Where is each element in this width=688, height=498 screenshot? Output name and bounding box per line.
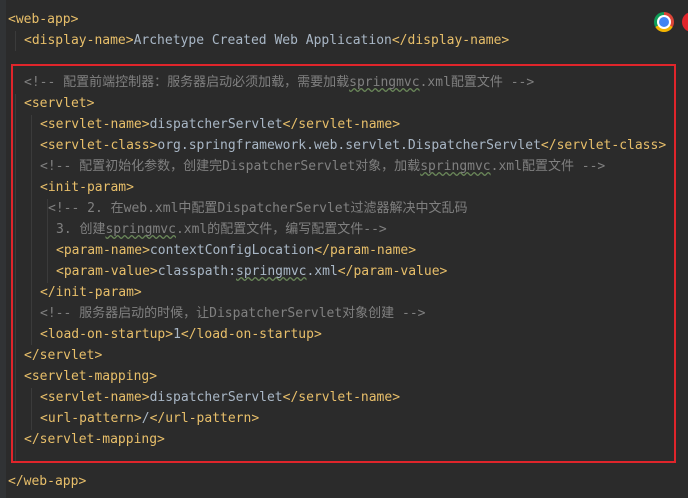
browser-icon-bar — [654, 12, 688, 34]
editor-gutter — [0, 0, 6, 498]
chrome-icon[interactable] — [654, 12, 674, 32]
opera-icon[interactable] — [682, 12, 688, 32]
xml-tag: </display-name> — [391, 33, 510, 48]
xml-tag: <web-app> — [8, 12, 79, 27]
code-line: </web-app> — [8, 471, 86, 492]
code-line: <web-app> — [8, 9, 78, 30]
xml-tag: </web-app> — [8, 474, 87, 489]
xml-tag: <display-name> — [24, 33, 134, 48]
highlight-box — [11, 64, 676, 463]
xml-text: Archetype Created Web Application — [133, 33, 392, 48]
code-line: <display-name>Archetype Created Web Appl… — [24, 30, 509, 51]
indent-guide — [15, 31, 16, 51]
